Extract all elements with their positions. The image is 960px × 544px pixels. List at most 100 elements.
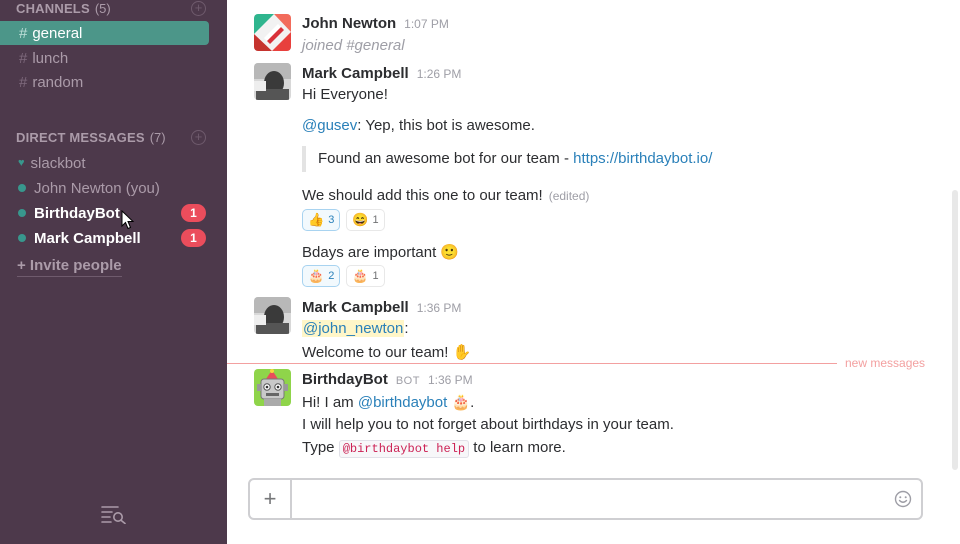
message-text-pre: Type bbox=[302, 439, 339, 456]
dm-label: Mark Campbell bbox=[34, 229, 141, 247]
reaction-count: 1 bbox=[372, 214, 379, 226]
author-name[interactable]: BirthdayBot bbox=[302, 371, 388, 388]
add-channel-icon[interactable]: + bbox=[191, 1, 206, 16]
dm-label: slackbot bbox=[30, 154, 86, 172]
edited-label: (edited) bbox=[548, 189, 590, 203]
timestamp[interactable]: 1:36 PM bbox=[417, 301, 462, 315]
unread-badge: 1 bbox=[181, 229, 206, 247]
emoji-picker-button[interactable] bbox=[885, 480, 921, 518]
message-composer: + bbox=[248, 478, 923, 520]
dm-count: (7) bbox=[149, 130, 166, 145]
dm-item-slackbot[interactable]: ♥ slackbot bbox=[0, 151, 227, 175]
message-text: Bdays are important 🙂 bbox=[302, 243, 459, 261]
message-input[interactable] bbox=[292, 480, 885, 518]
dm-label: John Newton (you) bbox=[34, 179, 160, 197]
message-text: Hi Everyone! bbox=[302, 86, 388, 103]
dm-item-birthdaybot[interactable]: BirthdayBot 1 bbox=[0, 201, 227, 225]
timestamp[interactable]: 1:26 PM bbox=[417, 67, 462, 81]
dm-item-mark-campbell[interactable]: Mark Campbell 1 bbox=[0, 226, 227, 250]
avatar-birthdaybot[interactable] bbox=[254, 369, 291, 406]
channels-header-label: CHANNELS bbox=[16, 1, 90, 16]
message-text: Hi! I am @birthdaybot 🎂. bbox=[302, 393, 474, 411]
message-text: @gusev: Yep, this bot is awesome. bbox=[302, 117, 535, 134]
channel-label: general bbox=[32, 24, 83, 42]
message-text-main: We should add this one to our team! bbox=[302, 187, 543, 204]
message-text-main: Bdays are important bbox=[302, 244, 437, 261]
unread-badge: 1 bbox=[181, 204, 206, 222]
message-text-rest: : Yep, this bot is awesome. bbox=[357, 117, 535, 134]
message-text: Welcome to our team! ✋ bbox=[302, 343, 471, 361]
avatar-john-newton[interactable] bbox=[254, 14, 291, 51]
sidebar-item-general[interactable]: # general bbox=[0, 21, 209, 45]
new-messages-label: new messages bbox=[845, 356, 926, 370]
avatar-mark-campbell[interactable] bbox=[254, 297, 291, 334]
author-name[interactable]: John Newton bbox=[302, 15, 396, 32]
reaction-cake-2[interactable]: 🎂 1 bbox=[346, 265, 385, 287]
reaction-thumbsup[interactable]: 👍 3 bbox=[302, 209, 341, 231]
mouse-cursor-icon bbox=[121, 210, 135, 230]
channel-label: random bbox=[32, 73, 84, 91]
attach-button[interactable]: + bbox=[250, 480, 292, 518]
message-text: @john_newton: bbox=[302, 320, 408, 337]
timestamp[interactable]: 1:07 PM bbox=[404, 17, 449, 31]
message-text-post: to learn more. bbox=[469, 439, 566, 456]
bot-mention[interactable]: @birthdaybot bbox=[358, 394, 447, 411]
message-text: Type @birthdaybot help to learn more. bbox=[302, 439, 566, 458]
birthday-cake-icon: 🎂 bbox=[352, 268, 369, 283]
dm-label: BirthdayBot bbox=[34, 204, 120, 222]
message-header: BirthdayBot BOT 1:36 PM bbox=[302, 371, 473, 388]
message-colon: : bbox=[404, 320, 409, 337]
invite-people-link[interactable]: + Invite people bbox=[17, 257, 122, 277]
hash-icon: # bbox=[19, 73, 28, 91]
message-text-post: . bbox=[470, 394, 475, 411]
reactions-row: 🎂 2 🎂 1 bbox=[302, 265, 385, 287]
smile-icon: 😄 bbox=[352, 212, 369, 227]
dm-header[interactable]: DIRECT MESSAGES (7) + bbox=[16, 130, 206, 145]
avatar-mark-campbell[interactable] bbox=[254, 63, 291, 100]
sidebar: CHANNELS (5) + # general # lunch # rando… bbox=[0, 0, 227, 544]
reaction-cake[interactable]: 🎂 2 bbox=[302, 265, 341, 287]
reaction-smile[interactable]: 😄 1 bbox=[346, 209, 385, 231]
channels-header[interactable]: CHANNELS (5) + bbox=[16, 1, 206, 16]
message-text: We should add this one to our team! (edit… bbox=[302, 187, 589, 204]
scrollbar[interactable] bbox=[952, 190, 958, 470]
presence-icon bbox=[18, 234, 26, 242]
add-dm-icon[interactable]: + bbox=[191, 130, 206, 145]
hash-icon: # bbox=[19, 24, 28, 42]
author-name[interactable]: Mark Campbell bbox=[302, 65, 409, 82]
smiley-icon bbox=[894, 490, 912, 508]
message-header: Mark Campbell 1:36 PM bbox=[302, 299, 461, 316]
thumbs-up-icon: 👍 bbox=[308, 212, 325, 227]
new-messages-divider bbox=[227, 363, 837, 364]
reactions-row: 👍 3 😄 1 bbox=[302, 209, 385, 231]
message-text: I will help you to not forget about birt… bbox=[302, 416, 674, 433]
heart-icon: ♥ bbox=[18, 157, 25, 169]
channels-count: (5) bbox=[94, 1, 111, 16]
search-list-icon[interactable] bbox=[101, 504, 127, 524]
hash-icon: # bbox=[19, 49, 28, 67]
sidebar-item-random[interactable]: # random bbox=[0, 70, 227, 94]
message-header: Mark Campbell 1:26 PM bbox=[302, 65, 461, 82]
bot-tag: BOT bbox=[395, 375, 420, 387]
quote-text: Found an awesome bot for our team - bbox=[318, 150, 574, 167]
reaction-count: 1 bbox=[372, 270, 379, 282]
reaction-count: 3 bbox=[328, 214, 335, 226]
sidebar-item-lunch[interactable]: # lunch bbox=[0, 46, 227, 70]
user-mention-self[interactable]: @john_newton bbox=[302, 320, 405, 337]
slight-smile-icon: 🙂 bbox=[440, 244, 460, 261]
quote-link[interactable]: https://birthdaybot.io/ bbox=[573, 150, 712, 167]
quoted-message: Found an awesome bot for our team - http… bbox=[302, 146, 712, 172]
dm-header-label: DIRECT MESSAGES bbox=[16, 130, 145, 145]
timestamp[interactable]: 1:36 PM bbox=[428, 373, 473, 387]
presence-icon bbox=[18, 184, 26, 192]
inline-code: @birthdaybot help bbox=[338, 440, 470, 458]
message-text-pre: Hi! I am bbox=[302, 394, 358, 411]
author-name[interactable]: Mark Campbell bbox=[302, 299, 409, 316]
dm-item-john-newton[interactable]: John Newton (you) bbox=[0, 176, 227, 200]
channel-label: lunch bbox=[32, 49, 69, 67]
message-pane: John Newton 1:07 PM joined #general Mark… bbox=[227, 0, 960, 544]
join-message: joined #general bbox=[302, 37, 405, 54]
birthday-cake-icon: 🎂 bbox=[451, 394, 471, 411]
message-text-main: Welcome to our team! bbox=[302, 344, 449, 361]
user-mention[interactable]: @gusev bbox=[302, 117, 357, 134]
